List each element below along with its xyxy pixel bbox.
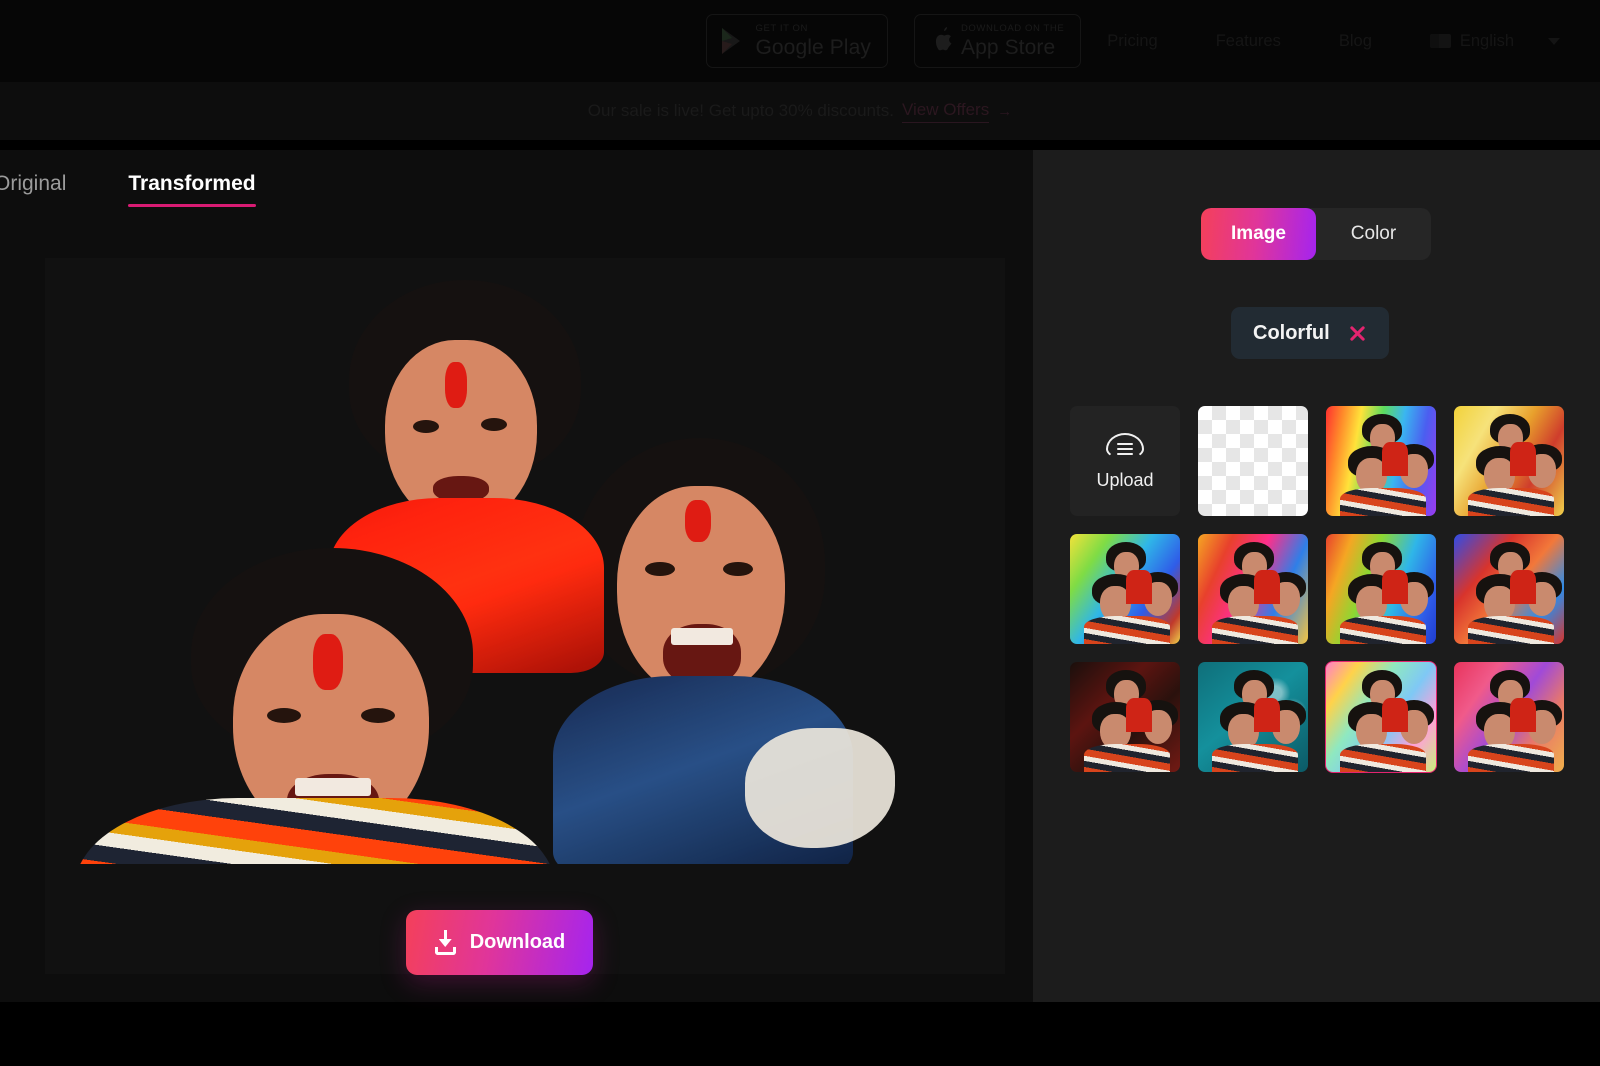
thumbnail-preview [1070,534,1180,644]
chevron-down-icon[interactable] [1548,37,1560,45]
nav-link-pricing[interactable]: Pricing [1107,32,1157,51]
thumbnail-preview [1198,534,1308,644]
background-thumbnail-rainbow-stripes[interactable] [1326,406,1436,516]
tab-transformed-label: Transformed [128,172,256,195]
app-root: GET IT ON Google Play Download on the Ap… [0,0,1600,1066]
download-icon [434,930,457,955]
source-type-toggle: Image Color [1201,208,1431,260]
background-panel: Image Color Colorful Upload [1033,150,1600,1002]
top-navigation: GET IT ON Google Play Download on the Ap… [0,0,1600,82]
background-thumbnail-rainbow-blue[interactable] [1326,534,1436,644]
thumbnail-preview [1454,662,1564,772]
promo-banner: Our sale is live! Get upto 30% discounts… [0,82,1600,140]
tab-original-label: Original [0,172,67,195]
background-thumbnail-yellow-paint[interactable] [1454,406,1564,516]
app-store-big-label: App Store [960,35,1056,59]
editor-pane: Original Transformed Download [0,150,1033,1002]
thumbnail-preview [1326,534,1436,644]
google-play-badge[interactable]: GET IT ON Google Play [706,14,888,68]
tab-color-label: Color [1350,223,1397,244]
language-selector[interactable]: English [1429,31,1514,51]
download-button[interactable]: Download [406,910,593,975]
background-thumbnail-dark-red[interactable] [1070,662,1180,772]
tab-color[interactable]: Color [1316,208,1431,260]
arrow-right-icon: → [997,102,1013,120]
thumbnail-preview [1454,406,1564,516]
background-thumbnail-grid: Upload [1070,406,1564,773]
transformed-image [45,258,953,864]
app-store-badge[interactable]: Download on the App Store [913,14,1082,68]
flag-icon [1429,34,1451,48]
figure-child-front [75,548,555,864]
active-filter-label: Colorful [1253,321,1330,344]
background-thumbnail-warm-splash[interactable] [1198,534,1308,644]
google-play-small-label: GET IT ON [755,23,809,35]
tab-transformed[interactable]: Transformed [128,172,256,207]
google-play-big-label: Google Play [755,35,871,59]
nav-link-features[interactable]: Features [1216,32,1281,51]
active-tab-indicator [128,204,256,207]
image-canvas [45,258,1005,974]
apple-icon [935,27,952,51]
background-thumbnail-teal-bokeh[interactable] [1198,662,1308,772]
promo-text: Our sale is live! Get upto 30% discounts… [587,101,894,120]
editor-tabs: Original Transformed [0,172,256,207]
app-store-small-label: Download on the [960,23,1065,35]
background-thumbnail-blue-red-abstract[interactable] [1454,534,1564,644]
nav-link-blog[interactable]: Blog [1339,32,1372,51]
thumbnail-preview [1198,662,1308,772]
background-thumbnail-rainbow-swirl[interactable] [1070,534,1180,644]
tab-original[interactable]: Original [0,172,66,207]
google-play-icon [722,28,741,54]
background-thumbnail-pastel-colorful[interactable] [1325,661,1437,773]
tab-image-label: Image [1231,223,1286,244]
upload-tile[interactable]: Upload [1070,406,1180,516]
upload-label: Upload [1096,470,1154,490]
promo-link-view-offers[interactable]: View Offers [901,100,990,123]
language-label: English [1459,31,1514,50]
background-thumbnail-pink-red-smoke[interactable] [1454,662,1564,772]
cloud-upload-icon [1104,431,1146,461]
thumbnail-preview [1326,406,1436,516]
background-thumbnail-transparent[interactable] [1198,406,1308,516]
thumbnail-preview [1326,662,1436,772]
tab-image[interactable]: Image [1201,208,1316,260]
active-filter-chip: Colorful [1231,307,1389,359]
thumbnail-preview [1454,534,1564,644]
close-icon[interactable] [1348,324,1367,343]
thumbnail-preview [1070,662,1180,772]
download-button-label: Download [469,931,566,953]
